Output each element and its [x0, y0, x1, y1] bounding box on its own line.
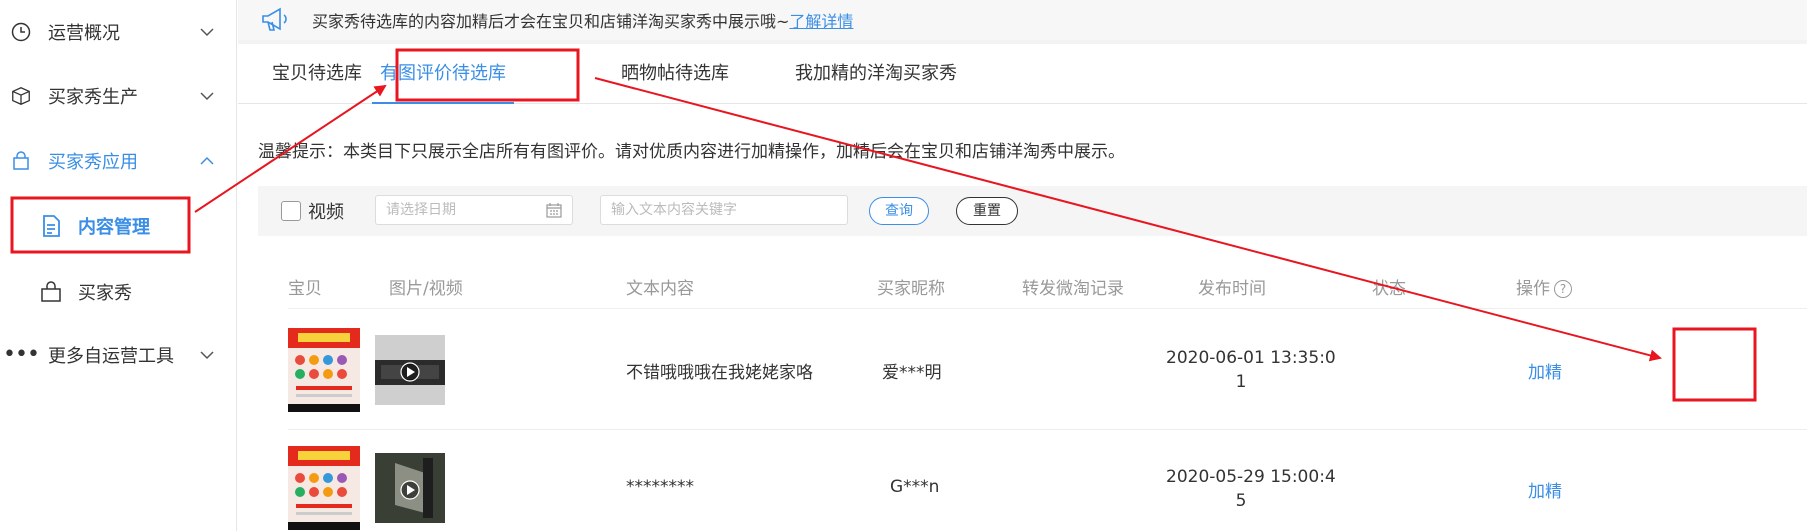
sidebar-item-label: 运营概况 [48, 23, 120, 44]
clock-icon [10, 21, 32, 43]
header-media: 图片/视频 [389, 279, 463, 299]
header-status: 状态 [1372, 279, 1406, 299]
sidebar: 运营概况 买家秀生产 买家秀应用 内容管理 买家秀 ••• 更多自运营工具 [0, 0, 237, 531]
calendar-icon [546, 203, 562, 218]
video-thumbnail[interactable] [375, 453, 445, 523]
row-time: 2020-05-29 15:00:4 5 [1166, 465, 1336, 513]
video-preview-icon [375, 453, 445, 523]
product-thumbnail[interactable] [288, 446, 360, 530]
row-time-line: 5 [1235, 491, 1247, 511]
video-checkbox-label: 视频 [308, 202, 344, 223]
query-button[interactable]: 查询 [869, 197, 929, 225]
tab-item-library[interactable]: 宝贝待选库 [272, 44, 362, 104]
shopping-bag-icon [40, 281, 62, 303]
package-icon [10, 85, 32, 107]
sidebar-item-label: 更多自运营工具 [48, 346, 174, 367]
sidebar-item-application[interactable]: 买家秀应用 [0, 133, 237, 189]
learn-more-link[interactable]: 了解详情 [789, 8, 853, 32]
video-checkbox[interactable] [281, 201, 301, 221]
tab-featured-buyer-show[interactable]: 我加精的洋淘买家秀 [795, 44, 957, 104]
row-time-line: 2020-05-29 15:00:4 [1166, 467, 1336, 487]
row-time-line: 2020-06-01 13:35:0 [1166, 348, 1336, 368]
chevron-up-icon [200, 156, 214, 165]
tab-photo-review-library[interactable]: 有图评价待选库 [372, 44, 514, 104]
more-icon: ••• [3, 342, 40, 367]
tab-bar: 宝贝待选库 有图评价待选库 晒物帖待选库 我加精的洋淘买家秀 [238, 44, 1807, 104]
megaphone-icon [262, 7, 287, 31]
date-placeholder: 请选择日期 [386, 202, 456, 218]
header-buyer: 买家昵称 [877, 279, 945, 299]
sidebar-item-overview[interactable]: 运营概况 [0, 4, 237, 60]
row-time: 2020-06-01 13:35:0 1 [1166, 346, 1336, 394]
row-buyer: G***n [890, 477, 940, 497]
video-preview-icon [375, 335, 445, 405]
row-text: ******** [626, 477, 694, 497]
table-row: 不错哦哦哦在我姥姥家咯 爱***明 2020-06-01 13:35:0 1 加… [288, 310, 1807, 430]
row-buyer: 爱***明 [882, 363, 942, 383]
sidebar-subitem-label: 买家秀 [78, 283, 132, 304]
date-picker[interactable]: 请选择日期 [375, 195, 573, 225]
keyword-placeholder: 输入文本内容关键字 [611, 202, 737, 218]
header-forward: 转发微淘记录 [1022, 279, 1124, 299]
table-row: ******** G***n 2020-05-29 15:00:4 5 加精 [288, 431, 1807, 531]
sidebar-subitem-label: 内容管理 [78, 217, 150, 238]
help-icon[interactable]: ? [1554, 280, 1572, 298]
filter-bar: 视频 请选择日期 输入文本内容关键字 查询 重置 [258, 186, 1807, 236]
row-time-line: 1 [1235, 372, 1247, 392]
tab-post-library[interactable]: 晒物帖待选库 [621, 44, 729, 104]
chevron-down-icon [200, 92, 214, 101]
sidebar-item-more-tools[interactable]: ••• 更多自运营工具 [0, 327, 237, 383]
product-image-icon [288, 328, 360, 412]
reset-button[interactable]: 重置 [956, 197, 1018, 225]
feature-button[interactable]: 加精 [1528, 358, 1562, 383]
tip-text: 温馨提示：本类目下只展示全店所有有图评价。请对优质内容进行加精操作，加精后会在宝… [258, 142, 1125, 162]
main-area: 买家秀待选库的内容加精后才会在宝贝和店铺洋淘买家秀中展示哦~ 了解详情 宝贝待选… [238, 0, 1807, 531]
product-image-icon [288, 446, 360, 530]
sidebar-item-label: 买家秀生产 [48, 87, 138, 108]
header-action-label: 操作 [1516, 279, 1550, 299]
content-panel: 宝贝待选库 有图评价待选库 晒物帖待选库 我加精的洋淘买家秀 温馨提示：本类目下… [238, 44, 1807, 531]
chevron-down-icon [200, 28, 214, 37]
sidebar-subitem-content-management[interactable]: 内容管理 [0, 198, 237, 254]
bag-icon [10, 150, 32, 172]
header-text: 文本内容 [626, 279, 694, 299]
sidebar-item-production[interactable]: 买家秀生产 [0, 68, 237, 124]
sidebar-subitem-buyer-show[interactable]: 买家秀 [0, 264, 237, 320]
sidebar-item-label: 买家秀应用 [48, 152, 138, 173]
feature-button[interactable]: 加精 [1528, 477, 1562, 502]
notice-text: 买家秀待选库的内容加精后才会在宝贝和店铺洋淘买家秀中展示哦~ [312, 12, 790, 31]
chevron-down-icon [200, 351, 214, 360]
video-thumbnail[interactable] [375, 335, 445, 405]
table-header: 宝贝 图片/视频 文本内容 买家昵称 转发微淘记录 发布时间 状态 操作? [288, 259, 1807, 309]
notice-bar: 买家秀待选库的内容加精后才会在宝贝和店铺洋淘买家秀中展示哦~ 了解详情 [238, 0, 1807, 40]
document-icon [40, 215, 62, 237]
row-text: 不错哦哦哦在我姥姥家咯 [626, 363, 813, 383]
keyword-input[interactable]: 输入文本内容关键字 [600, 195, 848, 225]
header-item: 宝贝 [288, 279, 322, 299]
header-action: 操作? [1516, 274, 1572, 299]
header-time: 发布时间 [1198, 279, 1266, 299]
product-thumbnail[interactable] [288, 328, 360, 412]
